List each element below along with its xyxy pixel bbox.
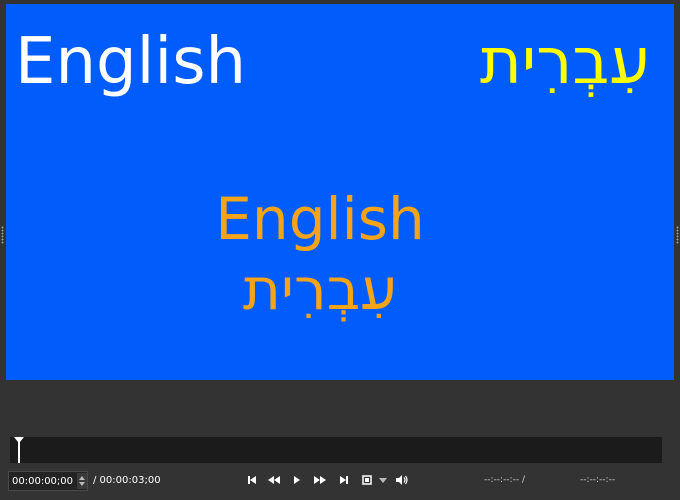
playhead-icon[interactable] <box>14 437 24 463</box>
timeline-scrubber[interactable] <box>10 437 662 463</box>
timecode-input[interactable] <box>12 475 76 489</box>
spinner-down-icon <box>79 482 85 486</box>
timecode-field[interactable] <box>8 471 88 491</box>
play-button[interactable] <box>290 473 304 487</box>
transport-bar: / 00:00:03;00 <box>0 468 680 496</box>
volume-icon <box>396 475 408 485</box>
skip-to-end-icon <box>340 476 348 484</box>
zoom-dropdown-icon <box>379 478 387 483</box>
duration-label: / 00:00:03;00 <box>93 475 161 486</box>
zoom-fit-icon <box>362 475 372 485</box>
fast-forward-button[interactable] <box>313 473 327 487</box>
preview-title-english: English <box>15 25 247 99</box>
out-point-label: --:--:--:-- <box>580 475 616 485</box>
skip-to-start-button[interactable] <box>245 473 259 487</box>
zoom-dropdown-button[interactable] <box>376 473 390 487</box>
timecode-spinner[interactable] <box>77 473 87 489</box>
zoom-fit-button[interactable] <box>360 473 374 487</box>
skip-to-end-button[interactable] <box>337 473 351 487</box>
preview-center-english: English <box>215 185 425 253</box>
video-preview: English עִבְרִית English עִבְרִית <box>6 4 674 380</box>
fast-forward-icon <box>314 476 326 484</box>
rewind-icon <box>268 476 280 484</box>
right-splitter-handle[interactable] <box>676 226 679 244</box>
preview-title-hebrew: עִבְרִית <box>479 25 650 99</box>
skip-to-start-icon <box>248 476 256 484</box>
rewind-button[interactable] <box>267 473 281 487</box>
preview-center-hebrew: עִבְרִית <box>242 255 398 323</box>
left-splitter-handle[interactable] <box>1 226 4 244</box>
in-point-label: --:--:--:-- / <box>484 475 525 485</box>
spinner-up-icon <box>79 476 85 480</box>
play-icon <box>294 476 300 484</box>
volume-button[interactable] <box>395 473 409 487</box>
